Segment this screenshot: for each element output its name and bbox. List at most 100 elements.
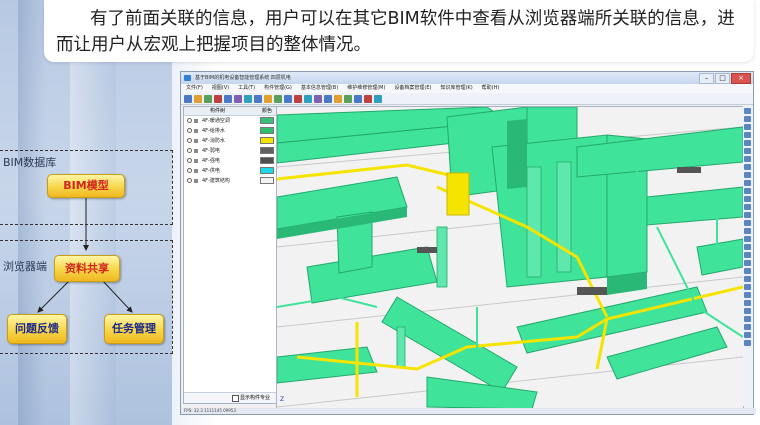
view-tool-icon[interactable]: [744, 236, 751, 242]
toolbar-tool-icon[interactable]: [334, 94, 342, 103]
view-tool-icon[interactable]: [744, 332, 751, 338]
view-tool-icon[interactable]: [744, 212, 751, 218]
view-tool-icon[interactable]: [744, 316, 751, 322]
toolbar-tool-icon[interactable]: [354, 94, 362, 103]
view-tool-icon[interactable]: [744, 268, 751, 274]
lock-icon[interactable]: [194, 169, 198, 173]
layer-row[interactable]: 4F-消防水: [184, 136, 276, 146]
view-tools: [743, 106, 752, 406]
layer-color-swatch[interactable]: [260, 137, 274, 144]
layer-row[interactable]: 4F-暖通空调: [184, 116, 276, 126]
toolbar-tool-icon[interactable]: [264, 94, 272, 103]
maximize-button[interactable]: □: [715, 73, 730, 84]
layer-name: 4F-强电: [202, 158, 220, 164]
window-controls: – □ ×: [699, 73, 751, 84]
toolbar-tool-icon[interactable]: [254, 94, 262, 103]
menu-item[interactable]: 文件(F): [186, 84, 203, 93]
view-tool-icon[interactable]: [744, 276, 751, 282]
visibility-icon[interactable]: [187, 138, 192, 143]
view-tool-icon[interactable]: [744, 284, 751, 290]
view-tool-icon[interactable]: [744, 252, 751, 258]
show-discipline-checkbox[interactable]: [232, 395, 239, 402]
layer-color-swatch[interactable]: [260, 117, 274, 124]
layer-row[interactable]: 4F-给排水: [184, 126, 276, 136]
view-tool-icon[interactable]: [744, 116, 751, 122]
layer-row[interactable]: 4F-弱电: [184, 146, 276, 156]
view-tool-icon[interactable]: [744, 204, 751, 210]
layer-row[interactable]: 4F-建筑结构: [184, 176, 276, 186]
menu-item[interactable]: 基本信息管理(B): [301, 84, 338, 93]
toolbar-tool-icon[interactable]: [194, 94, 202, 103]
toolbar-tool-icon[interactable]: [244, 94, 252, 103]
view-tool-icon[interactable]: [744, 124, 751, 130]
toolbar-tool-icon[interactable]: [374, 94, 382, 103]
toolbar-tool-icon[interactable]: [294, 94, 302, 103]
toolbar-tool-icon[interactable]: [224, 94, 232, 103]
app-window: 基于BIM的机电设备智能管理系统 四层机电 – □ × 文件(F) 视图(V) 工具…: [180, 71, 756, 415]
view-tool-icon[interactable]: [744, 220, 751, 226]
lock-icon[interactable]: [194, 159, 198, 163]
view-tool-icon[interactable]: [744, 164, 751, 170]
lock-icon[interactable]: [194, 119, 198, 123]
toolbar-tool-icon[interactable]: [344, 94, 352, 103]
menu-item[interactable]: 帮助(H): [482, 84, 500, 93]
visibility-icon[interactable]: [187, 128, 192, 133]
view-tool-icon[interactable]: [744, 308, 751, 314]
toolbar-tool-icon[interactable]: [184, 94, 192, 103]
menu-item[interactable]: 工具(T): [238, 84, 255, 93]
close-button[interactable]: ×: [731, 73, 751, 84]
lock-icon[interactable]: [194, 149, 198, 153]
visibility-icon[interactable]: [187, 158, 192, 163]
layer-color-swatch[interactable]: [260, 147, 274, 154]
toolbar-tool-icon[interactable]: [314, 94, 322, 103]
menu-item[interactable]: 视图(V): [212, 84, 229, 93]
toolbar-tool-icon[interactable]: [364, 94, 372, 103]
lock-icon[interactable]: [194, 129, 198, 133]
toolbar-tool-icon[interactable]: [234, 94, 242, 103]
view-tool-icon[interactable]: [744, 324, 751, 330]
view-tool-icon[interactable]: [744, 132, 751, 138]
view-tool-icon[interactable]: [744, 156, 751, 162]
view-tool-icon[interactable]: [744, 108, 751, 114]
visibility-icon[interactable]: [187, 148, 192, 153]
toolbar-tool-icon[interactable]: [214, 94, 222, 103]
menu-item[interactable]: 维护维修管理(M): [347, 84, 385, 93]
view-tool-icon[interactable]: [744, 244, 751, 250]
toolbar-tool-icon[interactable]: [324, 94, 332, 103]
menu-item[interactable]: 构件管理(G): [264, 84, 292, 93]
layer-name: 4F-消防水: [202, 138, 225, 144]
toolbar-tool-icon[interactable]: [274, 94, 282, 103]
toolbar-tool-icon[interactable]: [204, 94, 212, 103]
visibility-icon[interactable]: [187, 118, 192, 123]
view-tool-icon[interactable]: [744, 292, 751, 298]
view-tool-icon[interactable]: [744, 188, 751, 194]
layer-panel: 构件树 颜色 4F-暖通空调 4F-给排水 4F-消防水 4F-弱电 4F-强电 4F-供…: [183, 106, 277, 404]
lock-icon[interactable]: [194, 179, 198, 183]
3d-viewport[interactable]: Z: [276, 106, 744, 410]
layer-color-swatch[interactable]: [260, 157, 274, 164]
visibility-icon[interactable]: [187, 178, 192, 183]
view-tool-icon[interactable]: [744, 300, 751, 306]
view-tool-icon[interactable]: [744, 140, 751, 146]
menu-item[interactable]: 设备档案管理(E): [394, 84, 431, 93]
view-tool-icon[interactable]: [744, 340, 751, 346]
layer-color-swatch[interactable]: [260, 177, 274, 184]
view-tool-icon[interactable]: [744, 180, 751, 186]
layer-row[interactable]: 4F-强电: [184, 156, 276, 166]
view-tool-icon[interactable]: [744, 260, 751, 266]
toolbar-tool-icon[interactable]: [304, 94, 312, 103]
view-tool-icon[interactable]: [744, 196, 751, 202]
layer-name: 4F-给排水: [202, 128, 225, 134]
lock-icon[interactable]: [194, 139, 198, 143]
minimize-button[interactable]: –: [699, 73, 714, 84]
toolbar-tool-icon[interactable]: [284, 94, 292, 103]
layer-row[interactable]: 4F-供电: [184, 166, 276, 176]
layer-color-swatch[interactable]: [260, 127, 274, 134]
view-tool-icon[interactable]: [744, 148, 751, 154]
menu-item[interactable]: 知识库管理(K): [440, 84, 472, 93]
app-logo-icon: [184, 75, 191, 81]
layer-color-swatch[interactable]: [260, 167, 274, 174]
visibility-icon[interactable]: [187, 168, 192, 173]
view-tool-icon[interactable]: [744, 172, 751, 178]
view-tool-icon[interactable]: [744, 228, 751, 234]
